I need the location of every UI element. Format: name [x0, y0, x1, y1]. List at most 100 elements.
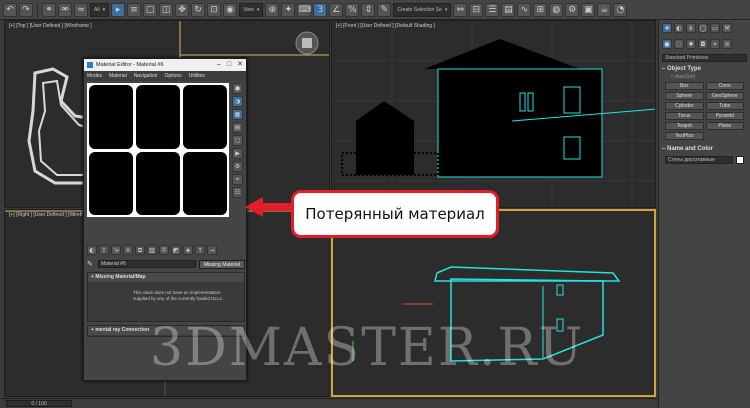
- select-manipulate-icon[interactable]: ✦: [281, 2, 296, 17]
- object-type-button[interactable]: Cylinder: [665, 102, 704, 110]
- rendered-frame-icon[interactable]: ▣: [581, 2, 596, 17]
- menu-item[interactable]: Utilities: [189, 71, 205, 81]
- go-to-parent-icon[interactable]: ↑: [195, 245, 205, 255]
- object-type-button[interactable]: Plane: [705, 122, 744, 130]
- assign-to-selection-icon[interactable]: ⇲: [111, 245, 121, 255]
- motion-tab-icon[interactable]: ◯: [698, 23, 708, 33]
- material-id-icon[interactable]: 0: [159, 245, 169, 255]
- sample-type-icon[interactable]: ●: [232, 83, 243, 94]
- close-icon[interactable]: ✕: [237, 59, 243, 71]
- put-to-scene-icon[interactable]: ⇪: [99, 245, 109, 255]
- reference-coordinate-dropdown[interactable]: View ▾: [239, 2, 264, 17]
- modify-tab-icon[interactable]: ◐: [674, 23, 684, 33]
- named-selection-dropdown[interactable]: Create Selection Se ▾: [393, 2, 452, 17]
- rotate-icon[interactable]: ↻: [191, 2, 206, 17]
- object-type-button[interactable]: Pyramid: [705, 112, 744, 120]
- material-type-button[interactable]: Missing Material: [198, 259, 245, 269]
- sample-slot[interactable]: [136, 151, 180, 215]
- cameras-icon[interactable]: ◘: [698, 39, 708, 49]
- background-icon[interactable]: ▦: [232, 109, 243, 120]
- place-icon[interactable]: ◉: [223, 2, 238, 17]
- menu-item[interactable]: Material: [109, 71, 127, 81]
- layer-explorer-icon[interactable]: ☰: [485, 2, 500, 17]
- object-type-button[interactable]: TextPlus: [665, 132, 704, 140]
- menu-item[interactable]: Modes: [87, 71, 102, 81]
- object-type-rollout-header[interactable]: – Object Type: [662, 66, 747, 72]
- minimize-icon[interactable]: –: [217, 59, 221, 71]
- align-icon[interactable]: ⊟: [469, 2, 484, 17]
- rect-selection-icon[interactable]: ▢: [143, 2, 158, 17]
- lights-icon[interactable]: ✹: [686, 39, 696, 49]
- keyboard-shortcut-icon[interactable]: ⌨: [297, 2, 312, 17]
- link-icon[interactable]: ⚭: [42, 2, 56, 17]
- object-color-swatch[interactable]: [736, 156, 744, 164]
- name-color-rollout-header[interactable]: – Name and Color: [662, 146, 747, 152]
- make-unique-icon[interactable]: ⧉: [135, 245, 145, 255]
- select-by-name-icon[interactable]: ≡: [127, 2, 142, 17]
- uv-tiling-icon[interactable]: ▤: [232, 122, 243, 133]
- go-forward-sibling-icon[interactable]: →: [207, 245, 217, 255]
- helpers-icon[interactable]: ⌖: [710, 39, 720, 49]
- object-type-button[interactable]: Torus: [665, 112, 704, 120]
- sample-slot[interactable]: [183, 85, 227, 149]
- percent-snap-icon[interactable]: %: [345, 2, 360, 17]
- pivot-center-icon[interactable]: ⊕: [265, 2, 280, 17]
- material-name-field[interactable]: Material #6: [98, 260, 196, 268]
- hierarchy-tab-icon[interactable]: ⋔: [686, 23, 696, 33]
- create-tab-icon[interactable]: ✚: [662, 23, 672, 33]
- material-editor-titlebar[interactable]: Material Editor - Material #6 – □ ✕: [84, 59, 246, 71]
- viewcube-face-icon[interactable]: [302, 38, 312, 48]
- sample-slot[interactable]: [183, 151, 227, 215]
- primitive-category-dropdown[interactable]: Standard Primitives: [662, 54, 747, 62]
- object-type-button[interactable]: GeoSphere: [705, 92, 744, 100]
- video-check-icon[interactable]: ▢: [232, 135, 243, 146]
- object-type-button[interactable]: Sphere: [665, 92, 704, 100]
- edit-named-selection-icon[interactable]: ✎: [377, 2, 392, 17]
- backlight-icon[interactable]: ◑: [232, 96, 243, 107]
- angle-snap-icon[interactable]: ∠: [329, 2, 344, 17]
- object-type-button[interactable]: Teapot: [665, 122, 704, 130]
- render-production-icon[interactable]: ☕: [597, 2, 612, 17]
- eyedropper-icon[interactable]: ✎: [87, 260, 95, 268]
- schematic-view-icon[interactable]: ⊞: [533, 2, 548, 17]
- unlink-icon[interactable]: ⚮: [58, 2, 72, 17]
- menu-item[interactable]: Navigation: [134, 71, 158, 81]
- show-end-result-icon[interactable]: ◈: [183, 245, 193, 255]
- material-editor-icon[interactable]: ◍: [549, 2, 564, 17]
- show-shaded-icon[interactable]: ◩: [171, 245, 181, 255]
- snap-toggle-icon[interactable]: 3: [313, 2, 328, 17]
- frame-counter[interactable]: 0 / 100: [6, 400, 72, 407]
- select-by-material-icon[interactable]: ⌖: [232, 174, 243, 185]
- options-icon[interactable]: ⚙: [232, 161, 243, 172]
- make-preview-icon[interactable]: ▶: [232, 148, 243, 159]
- move-icon[interactable]: ✥: [175, 2, 190, 17]
- sample-slot[interactable]: [89, 151, 133, 215]
- reset-map-icon[interactable]: ✕: [123, 245, 133, 255]
- scene-explorer-icon[interactable]: ▤: [501, 2, 516, 17]
- spinner-snap-icon[interactable]: ⇕: [361, 2, 376, 17]
- selection-filter-dropdown[interactable]: All ▾: [90, 2, 110, 17]
- undo-icon[interactable]: ↶: [3, 2, 17, 17]
- utilities-tab-icon[interactable]: ⚒: [722, 23, 732, 33]
- bind-spacewarp-icon[interactable]: ≈: [74, 2, 88, 17]
- viewport-front-label[interactable]: [+] [Front ] [User Defined ] [Default Sh…: [336, 23, 435, 29]
- get-material-icon[interactable]: ◐: [87, 245, 97, 255]
- shapes-icon[interactable]: ◌: [674, 39, 684, 49]
- maximize-icon[interactable]: □: [227, 59, 231, 71]
- object-name-field[interactable]: Стены двухэтажные: [665, 156, 733, 164]
- object-type-button[interactable]: Tube: [705, 102, 744, 110]
- select-object-icon[interactable]: ▸: [111, 2, 126, 17]
- curve-editor-icon[interactable]: ∿: [517, 2, 532, 17]
- missing-material-rollout-header[interactable]: + Missing Material/Map: [88, 273, 244, 282]
- window-crossing-icon[interactable]: ◫: [159, 2, 174, 17]
- put-to-library-icon[interactable]: ▥: [147, 245, 157, 255]
- viewport-top-label[interactable]: [+] [Top ] [User Defined ] [Wireframe ]: [9, 23, 92, 29]
- object-type-button[interactable]: Cone: [705, 82, 744, 90]
- display-tab-icon[interactable]: ▭: [710, 23, 720, 33]
- mirror-icon[interactable]: ⇔: [453, 2, 468, 17]
- geometry-icon[interactable]: ●: [662, 39, 672, 49]
- render-setup-icon[interactable]: ⚙: [565, 2, 580, 17]
- sample-slot[interactable]: [136, 85, 180, 149]
- menu-item[interactable]: Options: [164, 71, 181, 81]
- render-iterative-icon[interactable]: ◔: [613, 2, 628, 17]
